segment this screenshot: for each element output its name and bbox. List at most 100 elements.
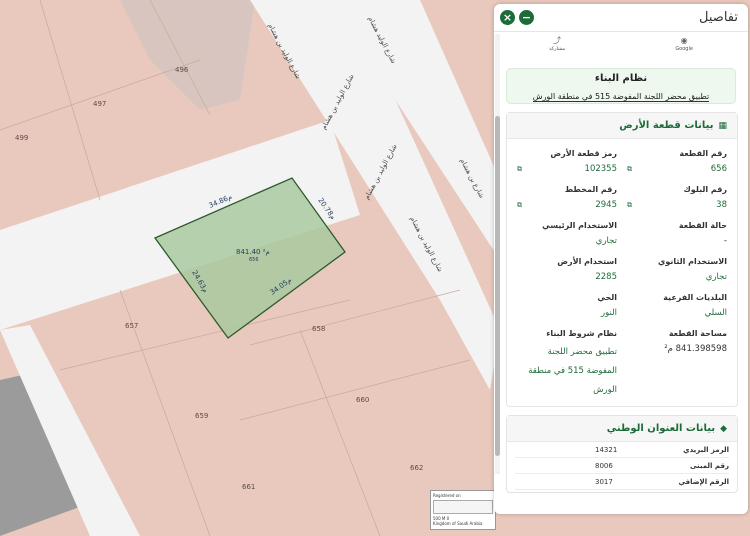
- field-label: مساحة القطعة: [668, 329, 727, 338]
- building-system-value: تطبيق محضر اللجنة المفوضة 515 في منطقة ا…: [532, 92, 710, 102]
- selected-parcel-number: 656: [249, 257, 259, 263]
- building-system-title: نظام البناء: [594, 73, 648, 84]
- address-value: 3017: [595, 477, 613, 486]
- field-value: 102355 ⧉: [517, 163, 617, 176]
- parcel-label: 499: [15, 134, 28, 142]
- field-label: رمز قطعة الأرض: [550, 149, 617, 158]
- field-label: الحي: [597, 293, 617, 302]
- parcel-label: 660: [356, 396, 369, 404]
- field-value: النور: [517, 307, 617, 320]
- scale-registered-text: Registered on: [433, 493, 461, 498]
- field-parcel-code: رمز قطعة الأرض 102355 ⧉: [517, 149, 617, 183]
- field-label: استخدام الأرض: [557, 257, 617, 266]
- share-item-label: Google: [675, 46, 693, 52]
- address-label: الرمز البريدي: [683, 445, 729, 454]
- address-row: الرقم الإضافي 3017: [515, 474, 729, 490]
- field-label: البلديات الفرعية: [663, 293, 727, 302]
- field-value: 2285: [517, 271, 617, 284]
- panel-title: تفاصيل: [699, 10, 738, 25]
- field-value-text: 841.398598 م²: [664, 344, 727, 354]
- field-value: 2945 ⧉: [517, 199, 617, 212]
- copy-icon[interactable]: ⧉: [627, 163, 632, 176]
- copy-icon[interactable]: ⧉: [627, 199, 632, 212]
- field-parcel-status: حالة القطعة -: [627, 221, 727, 255]
- field-value: -: [627, 235, 727, 248]
- field-value: 38 ⧉: [627, 199, 727, 212]
- parcel-label: 658: [312, 325, 325, 333]
- minus-icon: −: [521, 11, 532, 24]
- field-value-text: 2285: [595, 272, 617, 282]
- field-value: 841.398598 م²: [627, 343, 727, 356]
- scale-country-text: Kingdom of Saudi Arabia: [433, 521, 483, 526]
- address-data-section: ◆ بيانات العنوان الوطني الرمز البريدي 14…: [506, 415, 738, 493]
- field-secondary-use: الاستخدام الثانوي تجاري: [627, 257, 727, 291]
- address-section-title: بيانات العنوان الوطني: [606, 423, 716, 434]
- parcel-label: 496: [175, 66, 189, 74]
- field-value-text: 38: [716, 200, 727, 210]
- field-label: رقم البلوك: [683, 185, 727, 194]
- field-label: حالة القطعة: [678, 221, 727, 230]
- panel-scroll-area: ◉ Google ⤴ مشاركة نظام البناء تطبيق محضر…: [494, 32, 748, 514]
- google-link[interactable]: ◉ Google: [675, 37, 693, 53]
- field-value-text: 102355: [584, 164, 617, 174]
- panel-header-buttons: × −: [500, 10, 534, 25]
- address-section-header: ◆ بيانات العنوان الوطني: [507, 416, 737, 442]
- field-value: السلي: [627, 307, 727, 320]
- field-value-text: 2945: [595, 200, 617, 210]
- address-row: الرمز البريدي 14321: [515, 442, 729, 458]
- map-scale-box: Registered on 500 M 0 Kingdom of Saudi A…: [430, 490, 496, 530]
- address-label: الرقم الإضافي: [678, 477, 729, 486]
- address-row: رقم المبنى 8006: [515, 458, 729, 474]
- field-value-text: تجاري: [595, 236, 617, 246]
- field-district: الحي النور: [517, 293, 617, 327]
- field-label: نظام شروط البناء: [546, 329, 617, 338]
- field-value-text: 656: [710, 164, 727, 174]
- field-sub-municipality: البلديات الفرعية السلي: [627, 293, 727, 327]
- share-item-label: مشاركة: [549, 46, 566, 52]
- parcel-label: 661: [242, 483, 255, 491]
- share-icon: ⤴: [553, 36, 562, 45]
- address-rows: الرمز البريدي 14321 رقم المبنى 8006 الرق…: [507, 442, 737, 492]
- copy-icon[interactable]: ⧉: [517, 163, 522, 176]
- land-section-header: ▦ بيانات قطعة الأرض: [507, 113, 737, 139]
- field-label: الاستخدام الرئيسي: [542, 221, 617, 230]
- field-value-text: تجاري: [705, 272, 727, 282]
- field-label: رقم القطعة: [679, 149, 727, 158]
- address-value: 14321: [595, 445, 618, 454]
- copy-icon[interactable]: ⧉: [517, 199, 522, 212]
- parcel-label: 659: [195, 412, 208, 420]
- field-label: رقم المخطط: [564, 185, 617, 194]
- field-plan-number: رقم المخطط 2945 ⧉: [517, 185, 617, 219]
- field-land-use: استخدام الأرض 2285: [517, 257, 617, 291]
- field-value-text: النور: [600, 308, 617, 318]
- field-parcel-number: رقم القطعة 656 ⧉: [627, 149, 727, 183]
- field-block-number: رقم البلوك 38 ⧉: [627, 185, 727, 219]
- minimize-button[interactable]: −: [519, 10, 534, 25]
- land-fields-grid: رقم القطعة 656 ⧉ رمز قطعة الأرض 102355 ⧉ ر…: [507, 139, 737, 406]
- close-button[interactable]: ×: [500, 10, 515, 25]
- address-value: 8006: [595, 461, 613, 470]
- address-label: رقم المبنى: [689, 461, 729, 470]
- close-icon: ×: [502, 11, 513, 24]
- land-section-title: بيانات قطعة الأرض: [619, 120, 714, 131]
- tag-icon: ◆: [720, 423, 727, 434]
- panel-header: تفاصيل × −: [494, 4, 748, 32]
- parcel-label: 497: [93, 100, 106, 108]
- share-link[interactable]: ⤴ مشاركة: [549, 36, 566, 53]
- share-row: ◉ Google ⤴ مشاركة: [494, 32, 748, 54]
- field-value: تجاري: [627, 271, 727, 284]
- field-value: تجاري: [517, 235, 617, 248]
- building-system-card: نظام البناء تطبيق محضر اللجنة المفوضة 51…: [506, 68, 736, 104]
- field-value-text: السلي: [704, 308, 727, 318]
- field-value-text: -: [723, 236, 727, 246]
- map-icon: ▦: [718, 120, 727, 131]
- parcel-label: 657: [125, 322, 138, 330]
- details-panel: تفاصيل × − ◉ Google ⤴ مشاركة نظام البناء…: [494, 4, 748, 514]
- field-main-use: الاستخدام الرئيسي تجاري: [517, 221, 617, 255]
- field-value: تطبيق محضر اللجنة المفوضة 515 في منطقة ا…: [528, 347, 617, 395]
- field-parcel-area: مساحة القطعة 841.398598 م²: [627, 329, 727, 400]
- parcel-label: 662: [410, 464, 423, 472]
- field-label: الاستخدام الثانوي: [658, 257, 727, 266]
- map-logo: [433, 500, 493, 514]
- field-building-conditions: نظام شروط البناء تطبيق محضر اللجنة المفو…: [517, 329, 617, 400]
